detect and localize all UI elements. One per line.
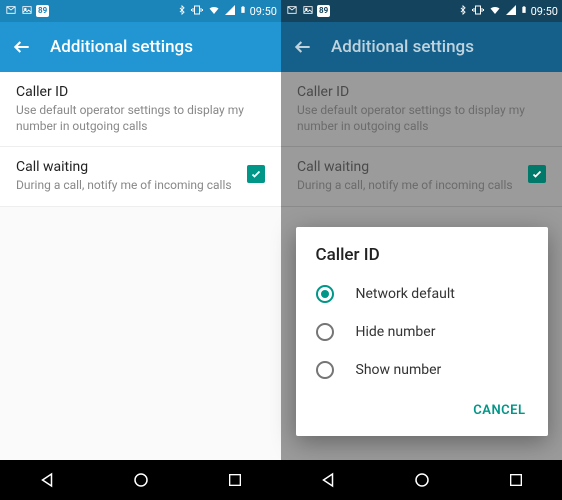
settings-list: Caller ID Use default operator settings … (281, 72, 562, 460)
caller-id-dialog: Caller ID Network default Hide number Sh… (296, 227, 548, 436)
vibrate-icon (471, 4, 485, 19)
setting-subtitle: Use default operator settings to display… (16, 102, 265, 134)
radio-icon (316, 361, 334, 379)
setting-subtitle: During a call, notify me of incoming cal… (297, 177, 518, 193)
bluetooth-icon (177, 3, 187, 20)
setting-title: Call waiting (16, 159, 237, 175)
app-bar: Additional settings (0, 22, 281, 72)
battery-icon (239, 3, 247, 19)
option-hide-number[interactable]: Hide number (296, 313, 548, 351)
vibrate-icon (190, 4, 204, 19)
setting-title: Caller ID (297, 84, 546, 100)
image-icon (301, 5, 315, 18)
option-label: Network default (356, 286, 455, 302)
setting-title: Caller ID (16, 84, 265, 100)
call-waiting-checkbox (528, 165, 546, 183)
battery-badge: 89 (317, 5, 330, 17)
battery-badge: 89 (36, 5, 49, 17)
back-button[interactable] (293, 37, 313, 57)
setting-call-waiting[interactable]: Call waiting During a call, notify me of… (0, 147, 281, 206)
phone-right: 89 09:50 Additional settings Caller ID (281, 0, 562, 500)
mail-icon (4, 5, 18, 18)
radio-icon (316, 285, 334, 303)
signal-icon (505, 4, 517, 19)
setting-title: Call waiting (297, 159, 518, 175)
page-title: Additional settings (331, 37, 474, 57)
nav-bar (0, 460, 281, 500)
clock-text: 09:50 (250, 5, 277, 18)
nav-back[interactable] (38, 471, 56, 489)
status-bar: 89 09:50 (281, 0, 562, 22)
nav-bar (281, 460, 562, 500)
phone-left: 89 09:50 Additional settings Caller ID (0, 0, 281, 500)
dialog-title: Caller ID (296, 245, 548, 275)
setting-subtitle: Use default operator settings to display… (297, 102, 546, 134)
cancel-button[interactable]: CANCEL (465, 397, 533, 424)
nav-home[interactable] (132, 471, 150, 489)
wifi-icon (207, 4, 221, 19)
setting-caller-id[interactable]: Caller ID Use default operator settings … (0, 72, 281, 147)
status-bar: 89 09:50 (0, 0, 281, 22)
option-label: Hide number (356, 324, 436, 340)
call-waiting-checkbox[interactable] (247, 165, 265, 183)
nav-recent[interactable] (227, 472, 243, 488)
setting-caller-id: Caller ID Use default operator settings … (281, 72, 562, 147)
nav-recent[interactable] (508, 472, 524, 488)
option-show-number[interactable]: Show number (296, 351, 548, 389)
back-button[interactable] (12, 37, 32, 57)
clock-text: 09:50 (531, 5, 558, 18)
nav-home[interactable] (413, 471, 431, 489)
mail-icon (285, 5, 299, 18)
option-network-default[interactable]: Network default (296, 275, 548, 313)
nav-back[interactable] (319, 471, 337, 489)
option-label: Show number (356, 362, 442, 378)
radio-icon (316, 323, 334, 341)
bluetooth-icon (458, 3, 468, 20)
battery-icon (520, 3, 528, 19)
page-title: Additional settings (50, 37, 193, 57)
settings-list: Caller ID Use default operator settings … (0, 72, 281, 460)
setting-subtitle: During a call, notify me of incoming cal… (16, 177, 237, 193)
setting-call-waiting: Call waiting During a call, notify me of… (281, 147, 562, 206)
image-icon (20, 5, 34, 18)
signal-icon (224, 4, 236, 19)
app-bar: Additional settings (281, 22, 562, 72)
wifi-icon (488, 4, 502, 19)
